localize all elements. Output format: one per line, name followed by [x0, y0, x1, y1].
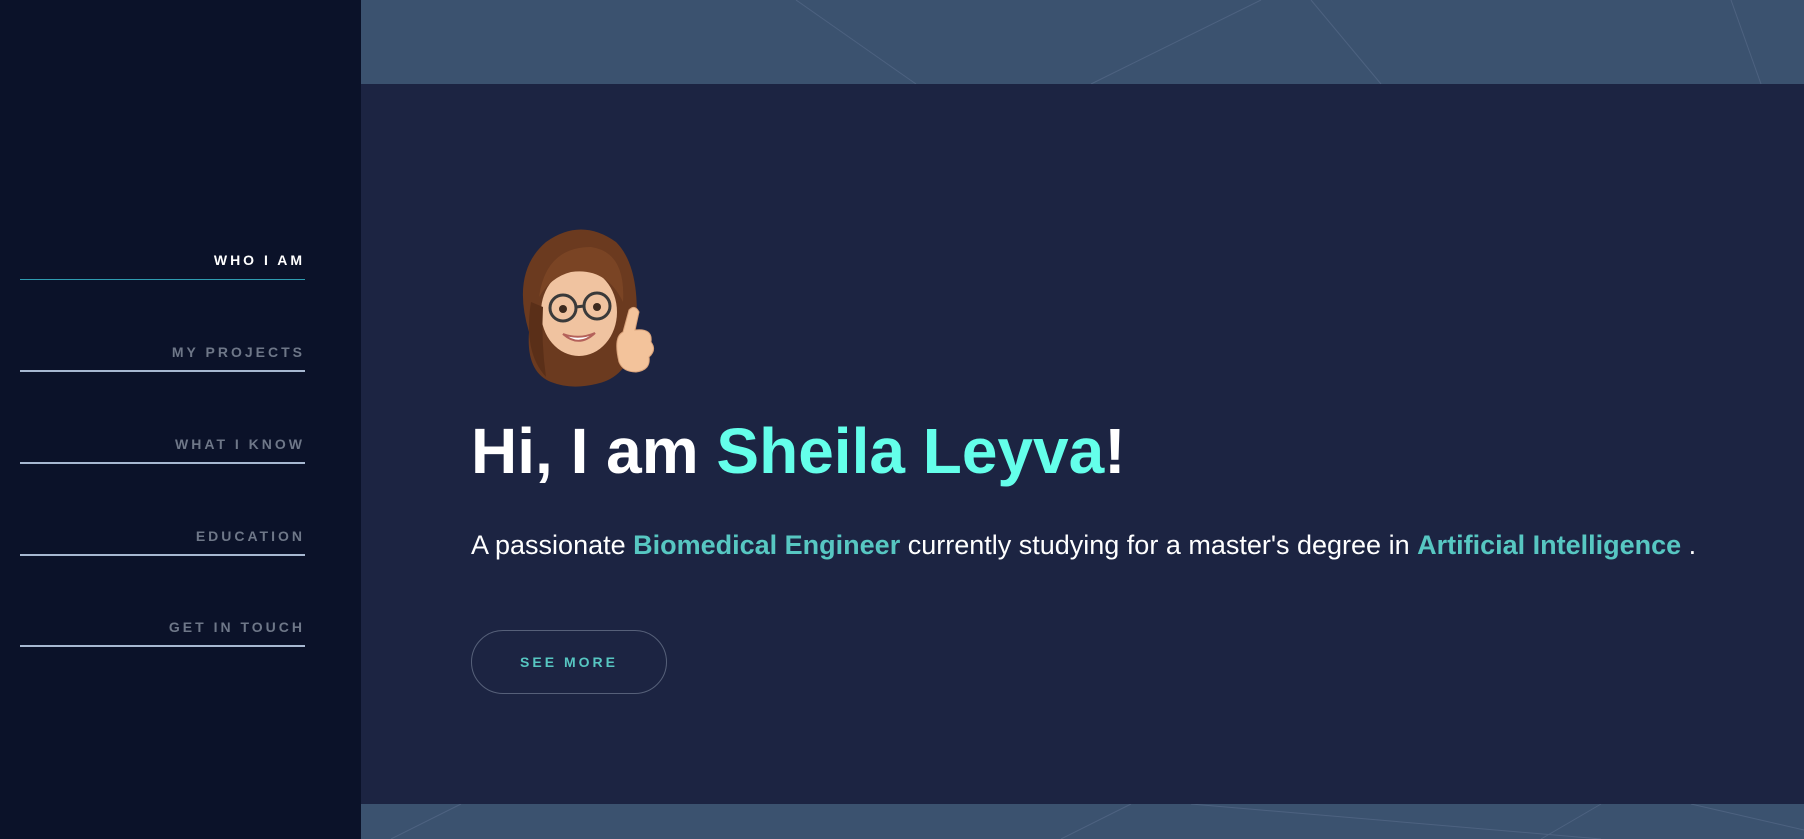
memoji-thumbs-up-icon	[522, 229, 655, 387]
nav-label: WHO I AM	[213, 252, 305, 268]
nav-item-get-in-touch[interactable]: GET IN TOUCH	[20, 617, 305, 647]
hero-headline: Hi, I am Sheila Leyva!	[471, 414, 1126, 488]
tagline-middle: currently studying for a master's degree…	[900, 530, 1418, 560]
hero-panel: Hi, I am Sheila Leyva! A passionate Biom…	[361, 84, 1804, 804]
nav-item-what-i-know[interactable]: WHAT I KNOW	[20, 434, 305, 464]
sidebar-nav: WHO I AM MY PROJECTS WHAT I KNOW EDUCATI…	[0, 0, 361, 839]
nav-underline	[20, 645, 305, 647]
nav-item-my-projects[interactable]: MY PROJECTS	[20, 342, 305, 372]
nav-label: GET IN TOUCH	[168, 619, 305, 635]
greeting-prefix: Hi, I am	[471, 415, 717, 487]
nav-underline	[20, 279, 305, 280]
tagline-role: Biomedical Engineer	[633, 530, 901, 560]
nav-underline	[20, 370, 305, 372]
nav-label: WHAT I KNOW	[175, 436, 305, 452]
nav-underline	[20, 462, 305, 464]
tagline-prefix: A passionate	[471, 530, 634, 560]
nav-item-education[interactable]: EDUCATION	[20, 526, 305, 556]
nav-underline	[20, 554, 305, 556]
hero-tagline: A passionate Biomedical Engineer current…	[471, 530, 1696, 561]
nav-item-who-i-am[interactable]: WHO I AM	[20, 250, 305, 280]
see-more-button[interactable]: SEE MORE	[471, 630, 667, 694]
main-area: Hi, I am Sheila Leyva! A passionate Biom…	[361, 0, 1804, 839]
tagline-field: Artificial Intelligence	[1417, 530, 1682, 560]
nav-label: MY PROJECTS	[171, 344, 305, 360]
hero-name: Sheila Leyva	[716, 415, 1105, 487]
greeting-suffix: !	[1104, 415, 1126, 487]
nav-label: EDUCATION	[195, 528, 305, 544]
tagline-suffix: .	[1681, 530, 1697, 560]
